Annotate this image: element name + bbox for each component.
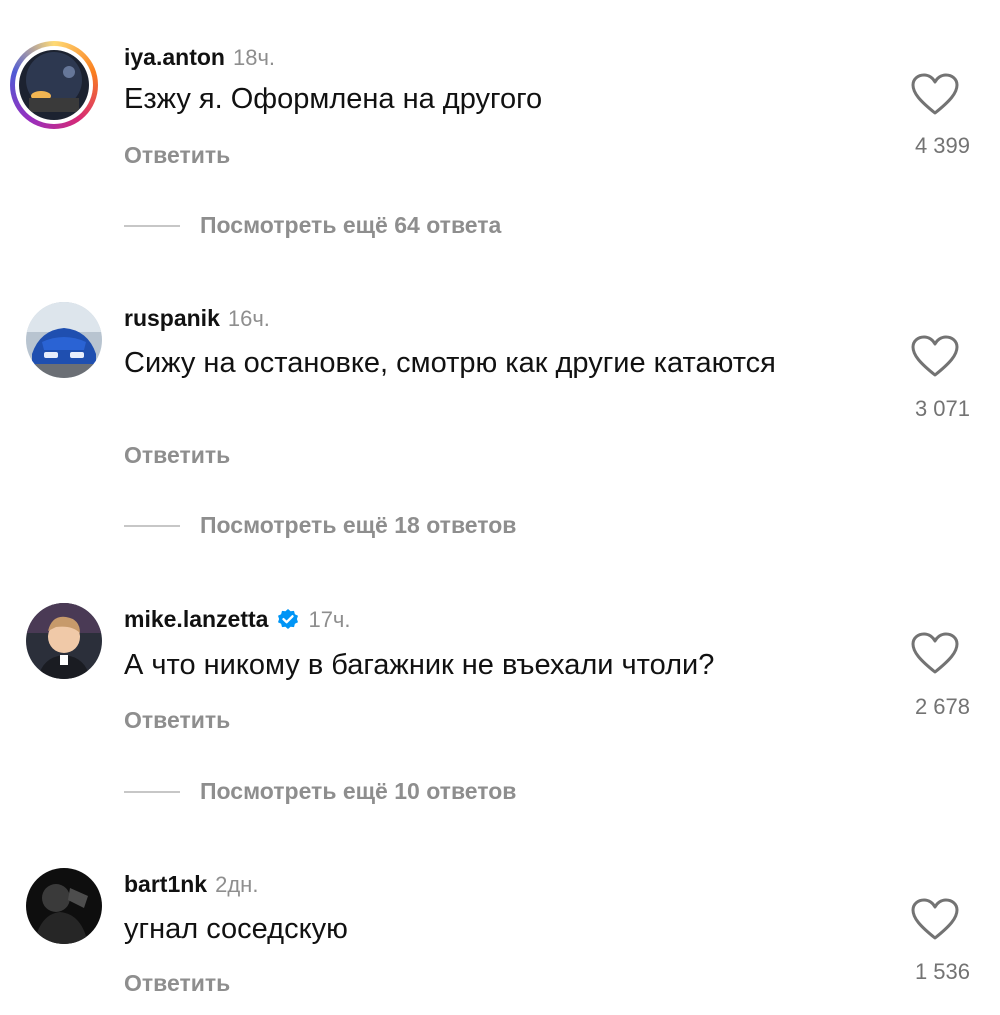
username[interactable]: ruspanik [124,305,220,332]
view-more-replies[interactable]: Посмотреть ещё 10 ответов [124,778,516,805]
like-count: 4 399 [914,133,970,158]
story-ring[interactable] [10,41,98,129]
comment-text: А что никому в багажник не въехали чтоли… [124,649,715,681]
avatar[interactable] [26,868,102,944]
divider-line [124,790,180,793]
divider-line [124,524,180,527]
view-more-replies-label[interactable]: Посмотреть ещё 10 ответов [200,778,516,805]
avatar [19,50,89,120]
view-more-replies[interactable]: Посмотреть ещё 18 ответов [124,512,516,539]
divider-line [124,224,180,227]
like-count: 1 536 [914,959,970,984]
reply-button[interactable]: Ответить [124,442,230,469]
view-more-replies-label[interactable]: Посмотреть ещё 18 ответов [200,512,516,539]
heart-outline-icon[interactable] [910,72,960,116]
username[interactable]: iya.anton [124,44,225,71]
comment-time: 18ч. [232,44,276,70]
like-count: 3 071 [914,396,970,421]
avatar[interactable] [26,302,102,378]
comment-text: Сижу на остановке, смотрю как другие кат… [124,347,776,379]
comment-time: 17ч. [308,606,351,632]
comment-time: 16ч. [227,305,270,331]
comment-time: 2дн. [215,871,259,897]
view-more-replies[interactable]: Посмотреть ещё 64 ответа [124,212,501,239]
verified-badge-icon [276,608,300,632]
heart-outline-icon[interactable] [910,334,960,378]
comment-text: угнал соседскую [124,913,348,945]
comment-text: Езжу я. Оформлена на другого [124,83,543,115]
reply-button[interactable]: Ответить [124,707,230,734]
avatar[interactable] [26,603,102,679]
view-more-replies-label[interactable]: Посмотреть ещё 64 ответа [200,212,501,239]
username[interactable]: bart1nk [124,871,207,898]
like-count: 2 678 [914,694,970,719]
username[interactable]: mike.lanzetta [124,606,268,633]
reply-button[interactable]: Ответить [124,142,230,169]
heart-outline-icon[interactable] [910,631,960,675]
reply-button[interactable]: Ответить [124,970,230,997]
heart-outline-icon[interactable] [910,897,960,941]
